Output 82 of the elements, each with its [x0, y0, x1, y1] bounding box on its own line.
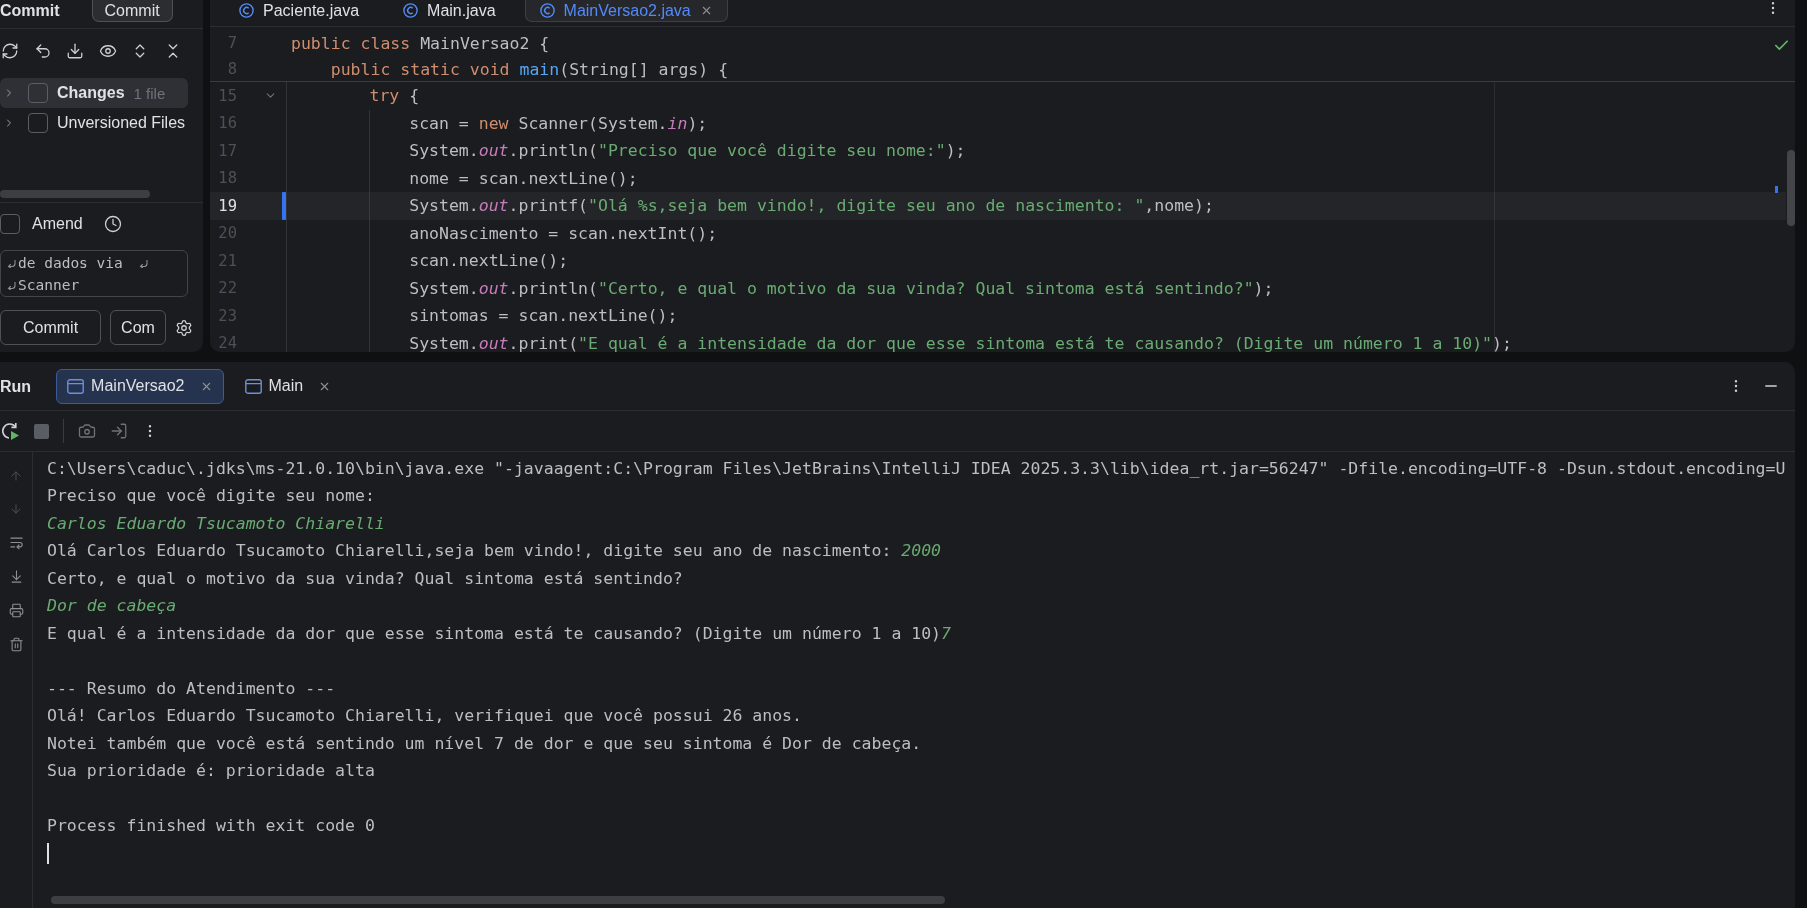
line-number: 17 [218, 140, 237, 161]
code-line: scan = new Scanner(System.in); [409, 112, 708, 134]
code-line: scan.nextLine(); [409, 250, 569, 272]
wrap-marker-icon [138, 258, 148, 268]
console-line: Notei também que você está sentindo um nível 7 de dor e que seu sintoma é Dor de cabeça. [47, 732, 922, 755]
code-line: try { [369, 85, 420, 107]
commit-message-field[interactable]: de dados via Scanner [0, 250, 188, 297]
line-number: 22 [218, 278, 237, 299]
window-icon [244, 378, 262, 394]
circled-c-icon [403, 3, 419, 18]
scrollbar[interactable] [51, 896, 945, 904]
run-tab[interactable]: Main [233, 368, 343, 404]
clock-icon[interactable] [103, 215, 122, 233]
camera-icon[interactable] [78, 422, 96, 440]
editor-tab[interactable]: Paciente.java [224, 0, 375, 22]
change-marker[interactable] [282, 192, 286, 220]
checkbox[interactable] [0, 214, 20, 234]
changelist-row[interactable]: Changes 1 file [0, 78, 188, 108]
trash-icon[interactable] [8, 637, 24, 652]
line-number: 19 [218, 195, 237, 216]
code-line: nome = scan.nextLine(); [409, 167, 638, 189]
console-line: C:\Users\caduc\.jdks\ms-21.0.10\bin\java.exe "-javaagent:C:\Program Files\JetBrains\IntelliJ IDEA 2025.3.3\lib\idea_rt.jar=56247" -Dfile.encoding=UTF-8 -Dsun.stdout.encoding=U [47, 457, 1786, 480]
line-number: 7 [227, 33, 237, 53]
console-line: Olá! Carlos Eduardo Tsucamoto Chiarelli, verifiquei que você possui 26 anos. [47, 705, 802, 727]
line-number: 18 [218, 168, 237, 189]
code-line: anoNascimento = scan.nextInt(); [409, 222, 718, 244]
code-line: public static void main(String[] args) { [330, 58, 729, 80]
console-line: Carlos Eduardo Tsucamoto Chiarelli [47, 512, 385, 535]
circled-c-icon [539, 3, 555, 18]
checkbox[interactable] [28, 83, 48, 103]
amend-label: Amend [32, 215, 83, 233]
line-number: 20 [218, 223, 237, 244]
commit-tab-button[interactable]: Commit [91, 0, 173, 22]
scrollbar[interactable] [0, 190, 150, 198]
checkbox[interactable] [28, 113, 48, 133]
run-tab[interactable]: MainVersao2 [56, 368, 224, 404]
undo-icon[interactable] [33, 42, 52, 60]
arrow-into-bracket-icon[interactable] [110, 422, 128, 440]
line-number: 24 [218, 333, 237, 352]
line-number: 21 [218, 250, 237, 271]
console-line: Certo, e qual o motivo da sua vinda? Qual sintoma está sentindo? [47, 567, 683, 590]
download-icon[interactable] [66, 42, 84, 60]
changelist-label: Changes [57, 84, 125, 102]
refresh-icon[interactable] [1, 42, 19, 60]
file-count: 1 file [133, 84, 166, 102]
wrap-text-icon[interactable] [8, 535, 24, 550]
line-number: 15 [218, 85, 237, 106]
scroll-marker[interactable] [1775, 186, 1778, 193]
console-line: Olá Carlos Eduardo Tsucamoto Chiarelli,seja bem vindo!, digite seu ano de nascimento: 2000 [47, 540, 942, 562]
eye-icon[interactable] [98, 42, 117, 60]
wrap-marker-icon [7, 280, 16, 290]
panel-title: Commit [0, 1, 60, 21]
window-icon [67, 378, 85, 394]
console-line: Sua prioridade é: prioridade alta [47, 760, 375, 782]
code-line: sintomas = scan.nextLine(); [409, 305, 678, 327]
wrap-marker-icon [7, 258, 16, 268]
code-line: System.out.print("E qual é a intensidade da dor que esse sintoma está te causando? (Digite um número 1 a 10)"); [409, 332, 1512, 352]
console-line: Preciso que você digite seu nome: [47, 485, 375, 507]
stop-icon[interactable] [34, 423, 49, 439]
commit-button[interactable]: Commit [0, 310, 102, 345]
changelist-row[interactable]: Unversioned Files [0, 109, 188, 137]
scrollbar[interactable] [1787, 150, 1795, 226]
console-line: --- Resumo do Atendimento --- [47, 677, 336, 700]
line-number: 23 [218, 305, 237, 326]
line-number: 16 [218, 113, 237, 134]
circled-c-icon [239, 3, 254, 18]
changelist-label: Unversioned Files [57, 114, 186, 132]
rerun-icon[interactable] [0, 421, 20, 441]
panel-title: Run [0, 376, 32, 397]
printer-icon[interactable] [8, 603, 24, 618]
code-line: System.out.println("Preciso que você digite seu nome:"); [409, 140, 966, 162]
code-line: System.out.printf("Olá %s,seja bem vindo!, digite seu ano de nascimento: ",nome); [409, 195, 1214, 217]
line-number: 8 [227, 59, 237, 79]
console-line: Process finished with exit code 0 [47, 815, 375, 837]
code-line: public class MainVersao2 { [291, 32, 550, 54]
settings-icon[interactable] [174, 318, 193, 337]
editor-tab[interactable]: MainVersao2.java [524, 0, 728, 22]
code-line: System.out.println("Certo, e qual o motivo da sua vinda? Qual sintoma está sentindo?"); [409, 277, 1274, 299]
editor-tab[interactable]: Main.java [388, 0, 511, 22]
console-line: Dor de cabeça [47, 595, 177, 617]
commit-button[interactable]: Com [110, 310, 166, 345]
console-line: E qual é a intensidade da dor que esse sintoma está te causando? (Digite um número 1 a 10)7 [47, 622, 951, 645]
